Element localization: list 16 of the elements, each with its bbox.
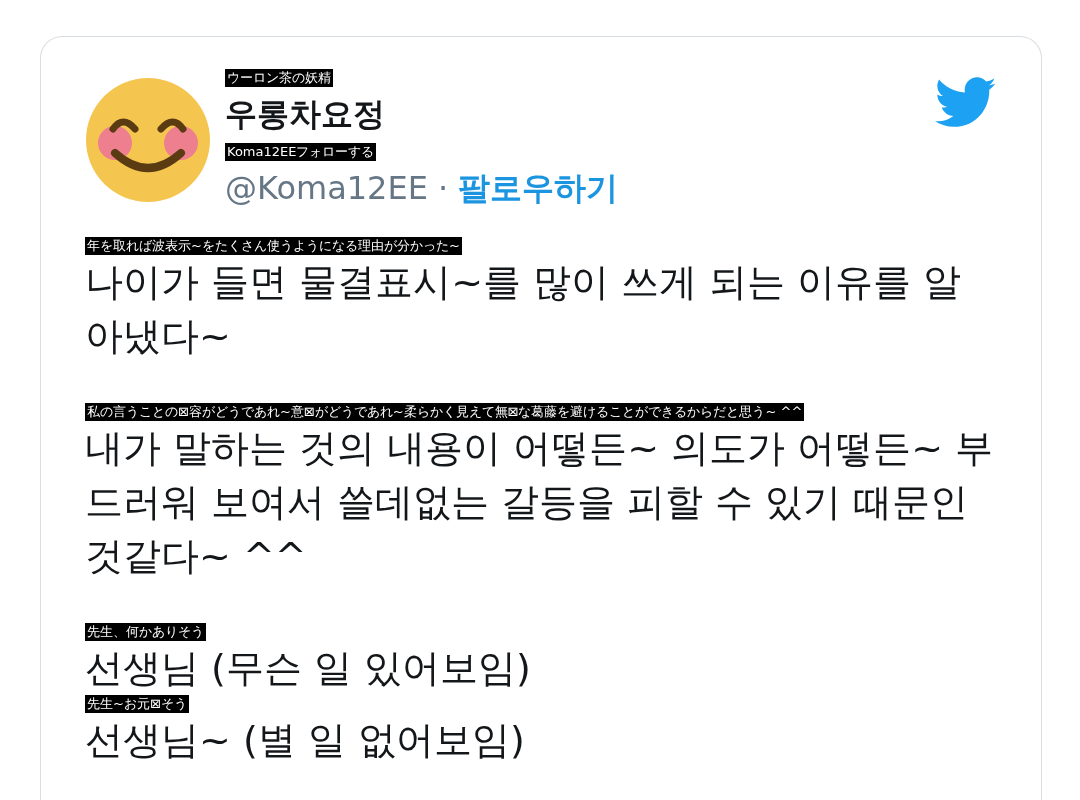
tweet-text: 선생님 (무슨 일 있어보임) (85, 645, 532, 692)
translation-label: 先生、何かありそう (85, 623, 206, 641)
user-handle[interactable]: @Koma12EE (225, 169, 428, 207)
translation-label: 先生~お元⊠そう (85, 695, 189, 713)
translation-label: 年を取れば波表示~をたくさん使うようになる理由が分かった~ (85, 237, 462, 255)
follow-link[interactable]: 팔로우하기 (458, 167, 619, 211)
smiley-avatar-icon[interactable] (85, 77, 211, 203)
name-translation-label: ウーロン茶の妖精 (225, 69, 333, 87)
translation-label: 私の言うことの⊠容がどうであれ~意⊠がどうであれ~柔らかく見えて無⊠な葛藤を避けることができるからだと思う~ ^^ (85, 403, 805, 421)
tweet-text: 내가 말하는 것의 내용이 어떻든~ 의도가 어떻든~ 부드러워 보여서 쓸데없는 갈등을 피할 수 있기 때문인 것같다~ ^^ (85, 425, 995, 580)
handle-translation-label: Koma12EEフォローする (225, 143, 377, 161)
separator-dot: · (437, 169, 449, 207)
display-name[interactable]: 우롱차요정 (225, 93, 921, 137)
bird-logo-icon[interactable] (935, 77, 997, 129)
tweet-text: 선생님~ (별 일 없어보임) (85, 717, 526, 764)
tweet-text: 나이가 들면 물결표시~를 많이 쓰게 되는 이유를 알아냈다~ (85, 259, 963, 360)
